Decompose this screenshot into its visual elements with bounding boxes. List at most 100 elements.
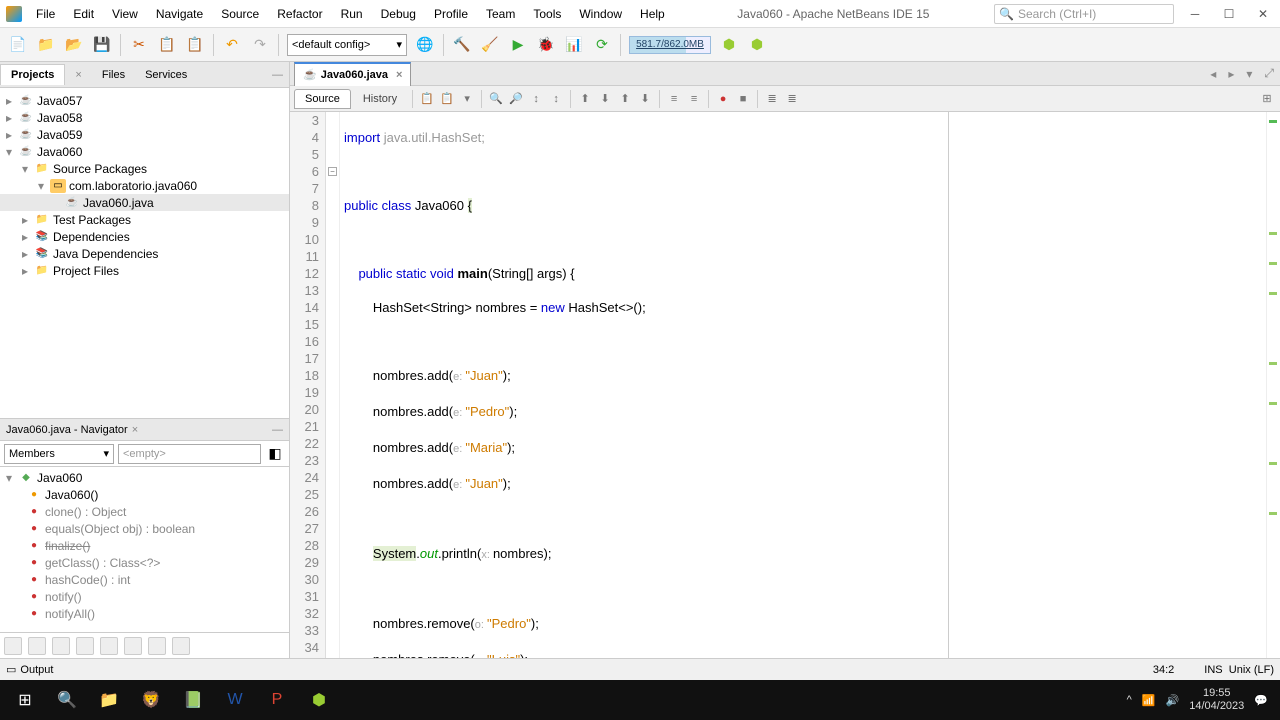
projects-tree[interactable]: ▸☕Java057 ▸☕Java058 ▸☕Java059 ▾☕Java060 … (0, 88, 289, 418)
wifi-icon[interactable]: 📶 (1142, 694, 1156, 707)
build-icon[interactable]: 🔨 (452, 35, 472, 55)
et-icon[interactable]: ≣ (763, 90, 781, 108)
project-node[interactable]: Java060 (37, 145, 82, 159)
run-icon[interactable]: ▶ (508, 35, 528, 55)
nav-btn[interactable] (28, 637, 46, 655)
search-taskbar-icon[interactable]: 🔍 (46, 684, 88, 716)
et-icon[interactable]: 🔎 (507, 90, 525, 108)
menu-refactor[interactable]: Refactor (269, 3, 330, 25)
tab-dropdown-icon[interactable]: ▾ (1240, 67, 1258, 81)
redo-icon[interactable]: ↷ (250, 35, 270, 55)
source-tab[interactable]: Source (294, 89, 351, 109)
copy-icon[interactable]: 📋 (157, 35, 177, 55)
debug-icon[interactable]: 🐞 (536, 35, 556, 55)
menu-file[interactable]: File (28, 3, 63, 25)
et-icon[interactable]: ↕ (527, 90, 545, 108)
minimize-panel-icon[interactable]: — (262, 65, 289, 85)
close-tab-icon[interactable]: × (396, 69, 402, 81)
nb-icon1[interactable]: ⬢ (719, 35, 739, 55)
et-icon[interactable]: ≣ (783, 90, 801, 108)
nav-btn[interactable] (4, 637, 22, 655)
menu-edit[interactable]: Edit (65, 3, 102, 25)
output-button[interactable]: Output (20, 664, 53, 676)
save-all-icon[interactable]: 💾 (92, 35, 112, 55)
et-icon[interactable]: 🔍 (487, 90, 505, 108)
member[interactable]: finalize() (45, 539, 90, 553)
record-icon[interactable]: ● (714, 90, 732, 108)
folder-node[interactable]: Dependencies (53, 230, 130, 244)
nav-btn[interactable] (52, 637, 70, 655)
explorer-icon[interactable]: 📁 (88, 684, 130, 716)
paste-icon[interactable]: 📋 (185, 35, 205, 55)
member[interactable]: Java060() (45, 488, 98, 502)
tab-projects[interactable]: Projects (0, 64, 65, 85)
netbeans-icon[interactable]: ⬢ (298, 684, 340, 716)
project-node[interactable]: Java057 (37, 94, 82, 108)
split-icon[interactable]: ⊞ (1258, 90, 1276, 108)
maximize-editor-icon[interactable]: ⤢ (1258, 66, 1280, 81)
et-icon[interactable]: 📋 (418, 90, 436, 108)
nav-btn[interactable] (172, 637, 190, 655)
clock[interactable]: 19:5514/04/2023 (1189, 687, 1244, 713)
menu-window[interactable]: Window (571, 3, 630, 25)
et-icon[interactable]: ⬆ (616, 90, 634, 108)
project-node[interactable]: Java059 (37, 128, 82, 142)
menu-tools[interactable]: Tools (525, 3, 569, 25)
output-icon[interactable]: ▭ (6, 663, 16, 676)
member[interactable]: equals(Object obj) : boolean (45, 522, 195, 536)
menu-run[interactable]: Run (333, 3, 371, 25)
nav-btn[interactable] (124, 637, 142, 655)
code-editor[interactable]: 3456789101112131415161718192021222324252… (290, 112, 1280, 658)
profile-icon[interactable]: 📊 (564, 35, 584, 55)
et-icon[interactable]: ⬇ (596, 90, 614, 108)
source-packages[interactable]: Source Packages (53, 162, 147, 176)
menu-debug[interactable]: Debug (373, 3, 424, 25)
close-button[interactable]: ✕ (1246, 0, 1280, 28)
folder-node[interactable]: Project Files (53, 264, 119, 278)
new-file-icon[interactable]: 📄 (8, 35, 28, 55)
et-icon[interactable]: ▾ (458, 90, 476, 108)
java-file[interactable]: Java060.java (83, 196, 154, 210)
member[interactable]: notifyAll() (45, 607, 95, 621)
filter-input[interactable]: <empty> (118, 444, 261, 464)
menu-view[interactable]: View (104, 3, 146, 25)
stop-icon[interactable]: ■ (734, 90, 752, 108)
clean-build-icon[interactable]: 🧹 (480, 35, 500, 55)
menu-source[interactable]: Source (213, 3, 267, 25)
nav-btn[interactable] (148, 637, 166, 655)
minimize-button[interactable]: ─ (1178, 0, 1212, 28)
minimize-nav-icon[interactable]: — (272, 424, 283, 436)
maximize-button[interactable]: ☐ (1212, 0, 1246, 28)
memory-bar[interactable]: 581.7/862.0MB (629, 36, 711, 54)
notification-icon[interactable]: 💬 (1254, 694, 1268, 707)
project-node[interactable]: Java058 (37, 111, 82, 125)
open-icon[interactable]: 📂 (64, 35, 84, 55)
nav-btn[interactable] (100, 637, 118, 655)
et-icon[interactable]: ⬇ (636, 90, 654, 108)
tab-nav-left-icon[interactable]: ◂ (1204, 67, 1222, 81)
history-tab[interactable]: History (353, 90, 407, 108)
start-button[interactable]: ⊞ (4, 684, 46, 716)
member[interactable]: notify() (45, 590, 82, 604)
menu-profile[interactable]: Profile (426, 3, 476, 25)
member[interactable]: getClass() : Class<?> (45, 556, 160, 570)
menu-help[interactable]: Help (632, 3, 673, 25)
app-icon[interactable]: 📗 (172, 684, 214, 716)
tab-services[interactable]: Services (135, 65, 197, 85)
word-icon[interactable]: W (214, 684, 256, 716)
et-icon[interactable]: ↕ (547, 90, 565, 108)
navigator-tree[interactable]: ▾◆Java060 ●Java060() ●clone() : Object ●… (0, 467, 289, 632)
members-selector[interactable]: Members▾ (4, 444, 114, 464)
et-icon[interactable]: 📋 (438, 90, 456, 108)
config-selector[interactable]: <default config>▾ (287, 34, 407, 56)
editor-tab[interactable]: ☕Java060.java× (294, 62, 411, 86)
class-node[interactable]: Java060 (37, 471, 82, 485)
brave-icon[interactable]: 🦁 (130, 684, 172, 716)
folder-node[interactable]: Test Packages (53, 213, 131, 227)
et-icon[interactable]: ⬆ (576, 90, 594, 108)
volume-icon[interactable]: 🔊 (1166, 694, 1180, 707)
member[interactable]: hashCode() : int (45, 573, 130, 587)
new-project-icon[interactable]: 📁 (36, 35, 56, 55)
tab-files[interactable]: Files (92, 65, 135, 85)
reload-icon[interactable]: ⟳ (592, 35, 612, 55)
